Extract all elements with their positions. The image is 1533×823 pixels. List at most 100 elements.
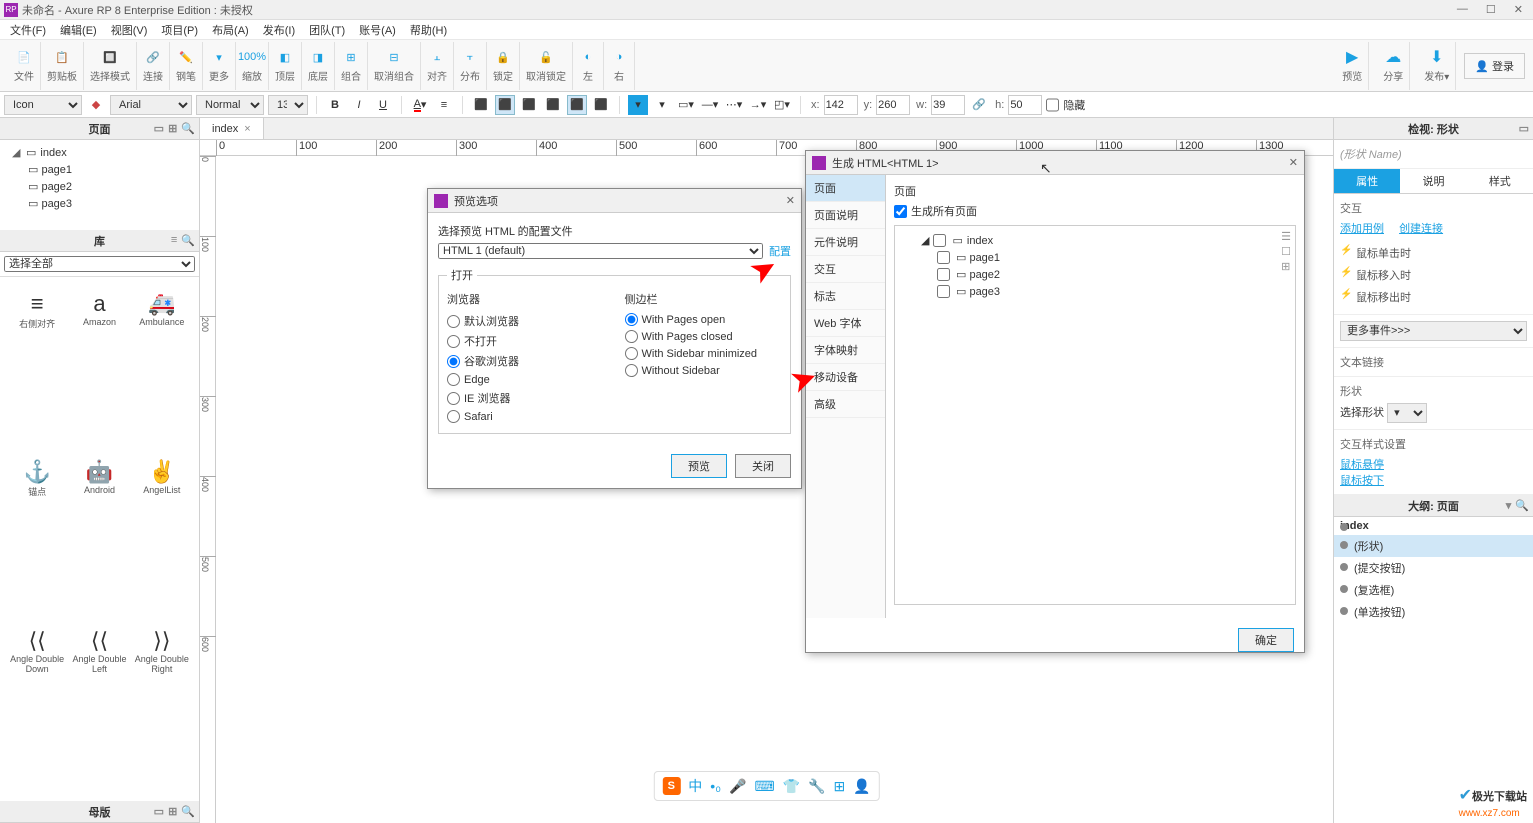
bold-button[interactable]: B (325, 95, 345, 115)
maximize-icon[interactable]: ☐ (1486, 3, 1496, 16)
outline-item[interactable]: (形状) (1334, 535, 1533, 557)
list-icon[interactable]: ≡ (171, 234, 177, 247)
config-link[interactable]: 配置 (769, 243, 791, 259)
ime-tool-icon[interactable]: 🔧 (808, 778, 825, 795)
browser-radio[interactable]: IE 浏览器 (447, 388, 605, 408)
sidebar-radio[interactable]: With Pages open (625, 311, 783, 328)
dialog2-sidebar-item[interactable]: 页面 (806, 175, 885, 202)
valign-bottom-button[interactable]: ⬛ (591, 95, 611, 115)
search-lib-icon[interactable]: 🔍 (181, 234, 195, 247)
toolbar-group[interactable]: ◐左 (573, 42, 604, 90)
browser-radio[interactable]: 默认浏览器 (447, 311, 605, 331)
shape-select[interactable]: Icon (4, 95, 82, 115)
shape-type-select[interactable]: ▾ (1387, 403, 1427, 423)
border-button[interactable]: ▭▾ (676, 95, 696, 115)
library-item[interactable]: aAmazon (70, 285, 128, 449)
select-children-icon[interactable]: ⊞ (1281, 260, 1291, 273)
valign-top-button[interactable]: ⬛ (543, 95, 563, 115)
dialog1-close-icon[interactable]: ✕ (786, 194, 795, 207)
add-case-link[interactable]: 添加用例 (1340, 223, 1384, 235)
italic-button[interactable]: I (349, 95, 369, 115)
search-icon[interactable]: 🔍 (181, 122, 195, 135)
dialog2-sidebar-item[interactable]: 页面说明 (806, 202, 885, 229)
toolbar-group[interactable]: 🔗连接 (137, 42, 170, 90)
align-center-button[interactable]: ⬛ (495, 95, 515, 115)
toolbar-group[interactable]: ✏️钢笔 (170, 42, 203, 90)
gradient-button[interactable]: ▾ (652, 95, 672, 115)
tab-close-icon[interactable]: × (244, 123, 250, 135)
add-page-icon[interactable]: ▭ (154, 122, 164, 135)
page-item[interactable]: ▭ page3 (4, 195, 195, 212)
toolbar-group[interactable]: ⊟取消组合 (368, 42, 421, 90)
dialog2-sidebar-item[interactable]: 标志 (806, 283, 885, 310)
library-item[interactable]: ⟨⟨Angle Double Down (8, 622, 66, 793)
ime-user-icon[interactable]: 👤 (853, 778, 870, 795)
corner-button[interactable]: ◰▾ (772, 95, 792, 115)
menu-item[interactable]: 视图(V) (105, 20, 154, 40)
ok-button[interactable]: 确定 (1238, 628, 1294, 652)
ime-lang-icon[interactable]: 中 (688, 776, 702, 796)
event-item[interactable]: 鼠标移入时 (1340, 264, 1527, 286)
library-item[interactable]: 🤖Android (70, 453, 128, 617)
close-button[interactable]: 关闭 (735, 454, 791, 478)
sidebar-radio[interactable]: Without Sidebar (625, 362, 783, 379)
underline-button[interactable]: U (373, 95, 393, 115)
filter-icon[interactable]: ▾ (1506, 499, 1512, 512)
toolbar-right-item[interactable]: ▶预览 (1336, 42, 1369, 90)
dialog2-sidebar-item[interactable]: 元件说明 (806, 229, 885, 256)
library-item[interactable]: ✌AngelList (133, 453, 191, 617)
style-select[interactable]: Normal (196, 95, 264, 115)
select-none-icon[interactable]: ☐ (1281, 245, 1291, 258)
minimize-icon[interactable]: — (1457, 3, 1468, 16)
library-item[interactable]: ≡右侧对齐 (8, 285, 66, 449)
h-input[interactable] (1008, 95, 1042, 115)
line-style-button[interactable]: ⋯▾ (724, 95, 744, 115)
collapse-icon[interactable]: ▭ (1519, 122, 1529, 135)
toolbar-group[interactable]: ◑右 (604, 42, 635, 90)
toolbar-group[interactable]: ⫠对齐 (421, 42, 454, 90)
menu-item[interactable]: 发布(I) (257, 20, 301, 40)
size-select[interactable]: 13 (268, 95, 308, 115)
toolbar-group[interactable]: ▾更多 (203, 42, 236, 90)
outline-item[interactable]: (提交按钮) (1334, 557, 1533, 579)
add-master-folder-icon[interactable]: ⊞ (168, 805, 177, 818)
ime-keyboard-icon[interactable]: ⌨ (754, 778, 774, 795)
dialog2-sidebar-item[interactable]: Web 字体 (806, 310, 885, 337)
browser-radio[interactable]: Safari (447, 408, 605, 425)
valign-middle-button[interactable]: ⬛ (567, 95, 587, 115)
toolbar-right-item[interactable]: ⬇发布▾ (1418, 42, 1456, 90)
menu-item[interactable]: 编辑(E) (54, 20, 103, 40)
toolbar-group[interactable]: 📄文件 (8, 42, 41, 90)
page-root[interactable]: ◢▭ index (4, 144, 195, 161)
dialog2-close-icon[interactable]: ✕ (1289, 156, 1298, 169)
library-item[interactable]: 🚑Ambulance (133, 285, 191, 449)
line-width-button[interactable]: —▾ (700, 95, 720, 115)
page-item[interactable]: ▭ page1 (4, 161, 195, 178)
dialog2-sidebar-item[interactable]: 高级 (806, 391, 885, 418)
menu-item[interactable]: 账号(A) (353, 20, 402, 40)
outline-item[interactable]: (复选框) (1334, 579, 1533, 601)
sidebar-radio[interactable]: With Pages closed (625, 328, 783, 345)
fill-button[interactable]: ▾ (628, 95, 648, 115)
sidebar-radio[interactable]: With Sidebar minimized (625, 345, 783, 362)
event-item[interactable]: 鼠标移出时 (1340, 286, 1527, 308)
add-master-icon[interactable]: ▭ (154, 805, 164, 818)
inspector-tab[interactable]: 样式 (1467, 169, 1533, 193)
menu-item[interactable]: 布局(A) (206, 20, 255, 40)
toolbar-group[interactable]: ⫟分布 (454, 42, 487, 90)
library-item[interactable]: ⟨⟨Angle Double Left (70, 622, 128, 793)
outline-item[interactable]: (单选按钮) (1334, 601, 1533, 623)
dialog2-sidebar-item[interactable]: 交互 (806, 256, 885, 283)
toolbar-group[interactable]: ◨底层 (302, 42, 335, 90)
event-item[interactable]: 鼠标单击时 (1340, 242, 1527, 264)
config-select[interactable]: HTML 1 (default) (438, 243, 763, 259)
search-master-icon[interactable]: 🔍 (181, 805, 195, 818)
inspector-tab[interactable]: 属性 (1334, 169, 1400, 193)
gen-all-checkbox[interactable] (894, 205, 907, 218)
shape-name[interactable]: (形状 Name) (1334, 140, 1533, 169)
toolbar-group[interactable]: 📋剪贴板 (41, 42, 84, 90)
hide-checkbox[interactable] (1046, 95, 1059, 115)
ime-grid-icon[interactable]: ⊞ (834, 778, 846, 795)
font-select[interactable]: Arial (110, 95, 192, 115)
dialog2-sidebar-item[interactable]: 移动设备 (806, 364, 885, 391)
